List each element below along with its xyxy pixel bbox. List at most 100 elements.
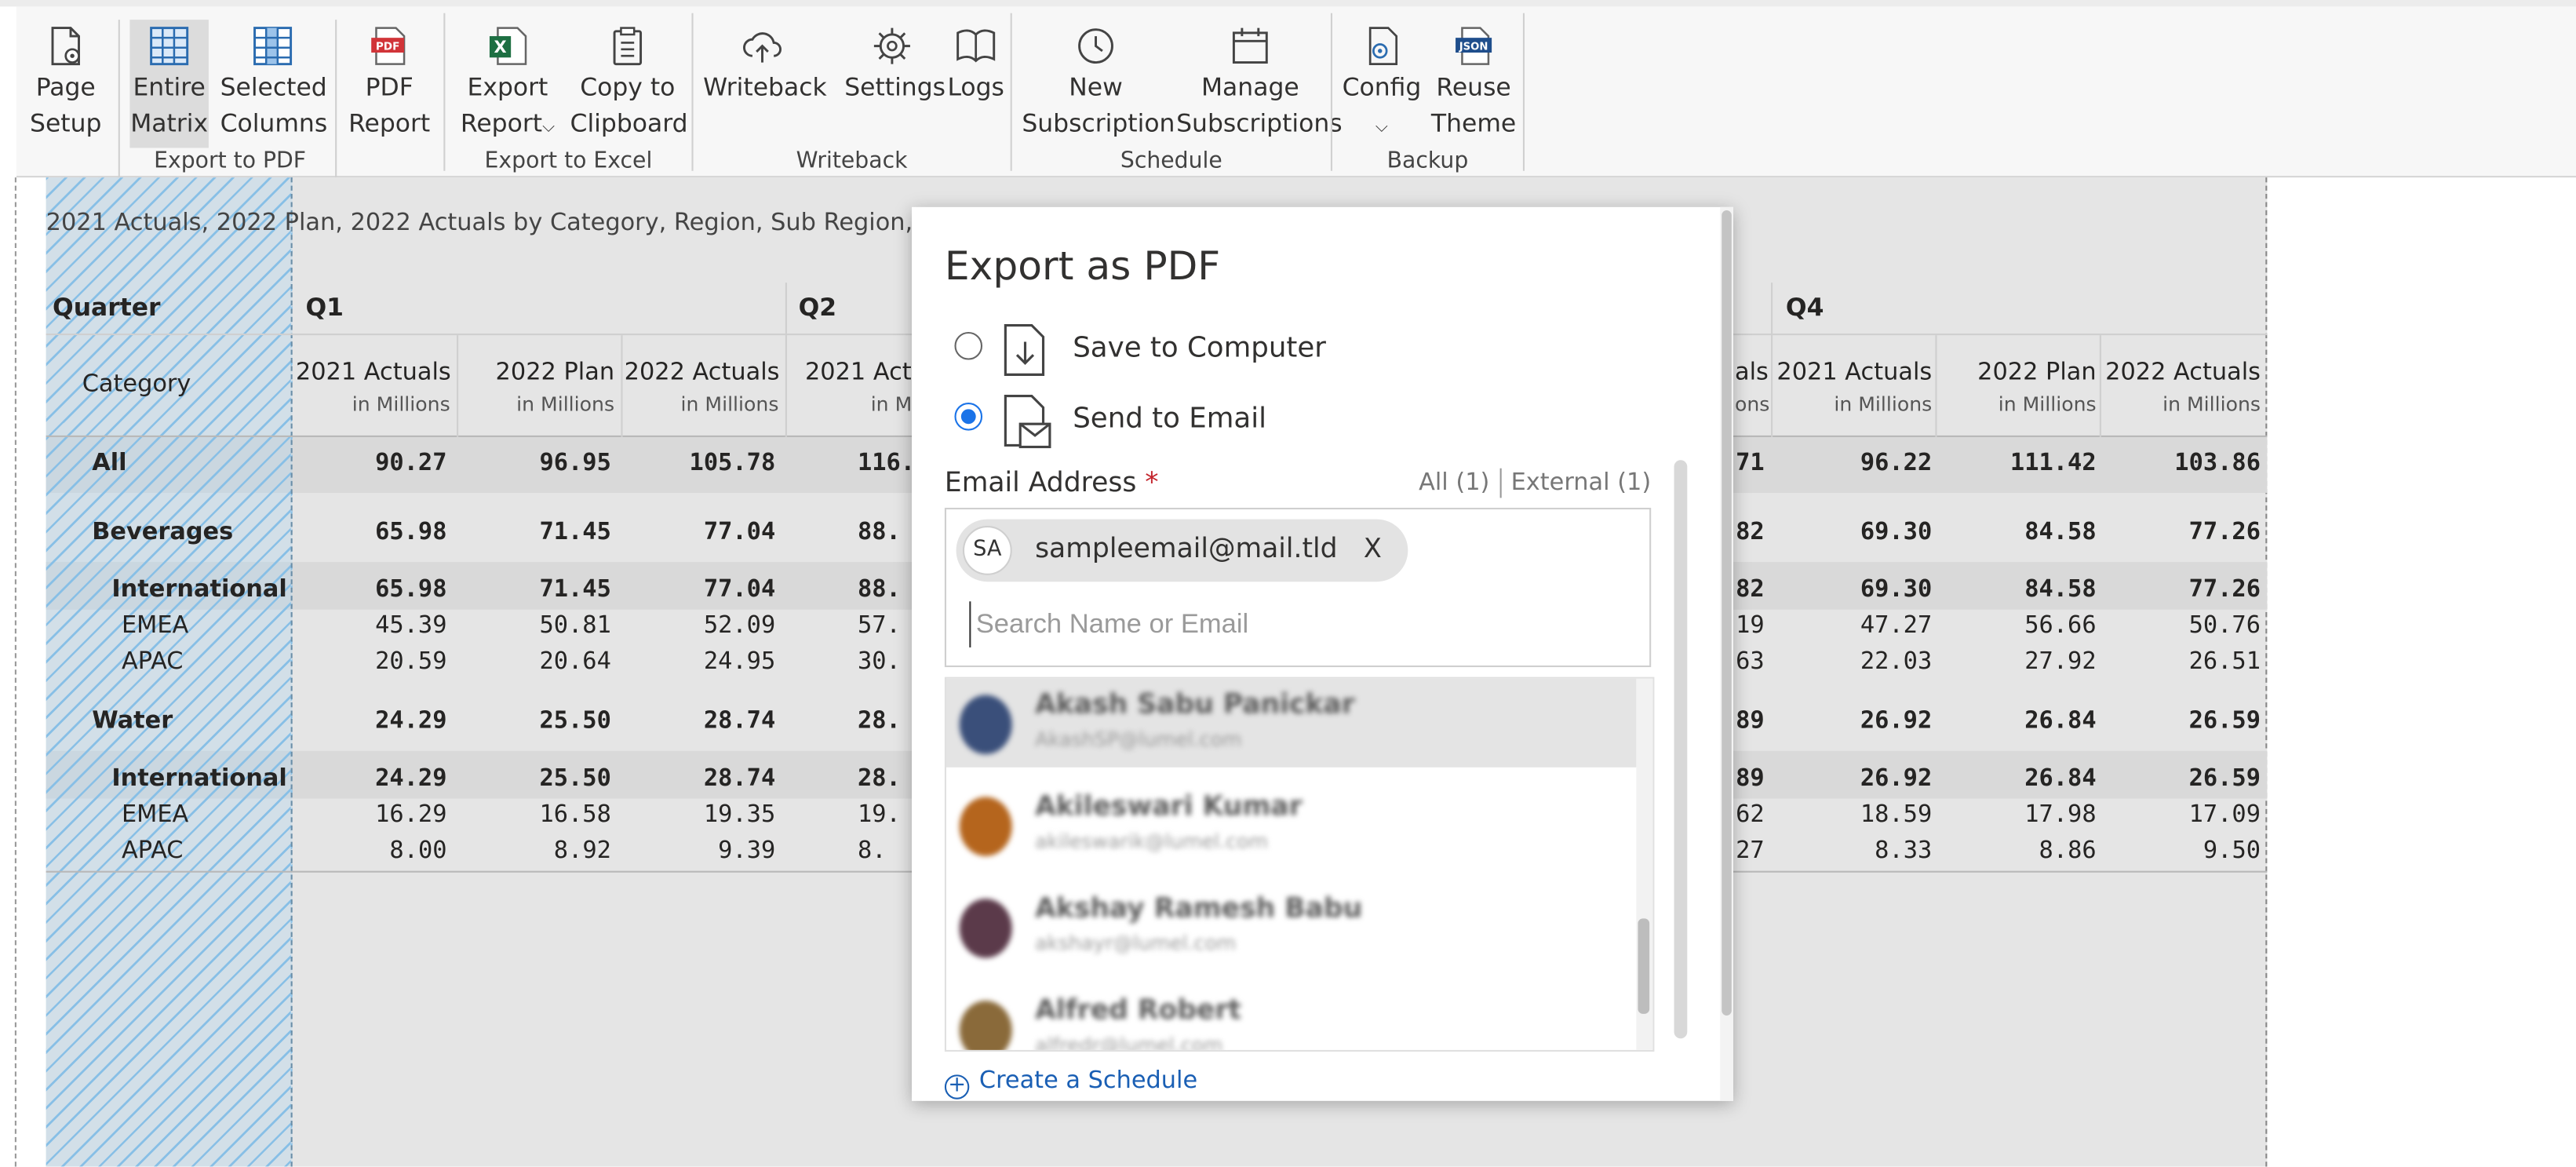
selected-columns-button[interactable]: Selected Columns <box>220 20 327 148</box>
table-cell-partial: 57. <box>857 612 901 640</box>
table-cell: 25.50 <box>539 708 611 735</box>
avatar: SA <box>962 526 1012 575</box>
dialog-scrollbar[interactable] <box>1720 206 1733 1101</box>
table-cell: 8.00 <box>389 837 447 865</box>
config-file-icon <box>1368 27 1398 66</box>
column-header: 2022 Actuals in Millions <box>625 358 780 421</box>
reuse-theme-button[interactable]: JSON Reuse Theme <box>1431 20 1517 148</box>
column-divider <box>1771 283 1773 437</box>
page-setup-button[interactable]: Page Setup <box>23 20 108 148</box>
entire-matrix-button[interactable]: Entire Matrix <box>129 20 209 148</box>
reuse-theme-label-1: Reuse <box>1436 72 1511 102</box>
column-divider <box>2099 335 2101 437</box>
columns-icon <box>253 27 293 66</box>
gear-icon <box>873 27 910 64</box>
list-item[interactable]: Akshay Ramesh Babu akshayr@lumel.com <box>946 882 1636 971</box>
row-label[interactable]: EMEA <box>122 802 188 829</box>
table-cell: 16.29 <box>375 801 447 829</box>
table-cell: 71.45 <box>539 576 611 604</box>
cloud-upload-icon <box>743 32 782 63</box>
suggestion-email: AkashSP@lumel.com <box>1035 728 1242 751</box>
table-cell: 24.95 <box>703 649 776 676</box>
table-cell: 8.33 <box>1875 837 1933 865</box>
row-label[interactable]: Water <box>92 708 173 735</box>
remove-recipient-button[interactable]: X <box>1364 532 1382 563</box>
quarter-header-q1[interactable]: Q1 <box>305 293 344 323</box>
table-cell-partial: 19 <box>1736 612 1765 640</box>
table-cell-partial: 30. <box>857 649 901 676</box>
pdf-report-button[interactable]: PDF PDF Report <box>345 20 434 148</box>
send-to-email-radio[interactable] <box>954 402 983 431</box>
email-address-text: Email Address <box>944 466 1137 498</box>
copy-clipboard-button[interactable]: Copy to Clipboard <box>570 20 688 148</box>
pdf-icon: PDF <box>371 27 406 65</box>
list-item[interactable]: Alfred Robert alfredr@lumel.com <box>946 984 1636 1050</box>
column-header: 2022 Plan in Millions <box>1939 358 2097 421</box>
group-export-pdf: Page Setup Entire Matrix Selected Column… <box>16 13 443 178</box>
row-label[interactable]: Beverages <box>92 520 233 546</box>
row-label[interactable]: EMEA <box>122 613 188 640</box>
table-icon <box>150 27 189 66</box>
column-divider <box>621 335 623 437</box>
ribbon-toolbar: Page Setup Entire Matrix Selected Column… <box>16 6 2576 178</box>
list-item[interactable]: Akash Sabu Panickar AkashSP@lumel.com <box>946 678 1637 768</box>
table-cell: 69.30 <box>1860 576 1933 604</box>
row-label[interactable]: International <box>111 766 286 793</box>
config-button[interactable]: Config ⌵ <box>1343 20 1421 148</box>
row-label[interactable]: International <box>111 577 286 604</box>
column-header-name: 2022 Actuals <box>2105 359 2261 387</box>
logs-button[interactable]: Logs <box>946 20 1005 148</box>
table-cell: 18.59 <box>1860 801 1933 829</box>
suggestions-scrollbar[interactable] <box>1636 678 1653 1050</box>
new-subscription-button[interactable]: New Subscription <box>1022 20 1175 148</box>
table-cell-partial: 28. <box>857 765 901 793</box>
table-cell: 45.39 <box>375 612 447 640</box>
list-item[interactable]: Akileswari Kumar akileswarik@lumel.com <box>946 781 1636 870</box>
settings-label: Settings <box>844 72 946 102</box>
table-cell: 16.58 <box>539 801 611 829</box>
recipient-chip: SA sampleemail@mail.tld X <box>956 519 1408 582</box>
manage-subscriptions-button[interactable]: Manage Subscriptions <box>1176 20 1343 148</box>
table-cell: 77.26 <box>2188 576 2261 604</box>
report-title: 2021 Actuals, 2022 Plan, 2022 Actuals by… <box>46 210 1013 237</box>
save-to-computer-radio[interactable] <box>954 331 983 360</box>
filter-all[interactable]: All (1) <box>1419 470 1489 497</box>
table-cell-partial: 71 <box>1736 450 1765 477</box>
canvas-edge <box>14 177 16 1167</box>
row-label[interactable]: APAC <box>122 838 184 865</box>
manage-subscriptions-label-1: Manage <box>1201 72 1299 102</box>
column-header-unit: in Millions <box>1998 392 2097 416</box>
excel-badge: X <box>494 38 506 57</box>
export-report-button[interactable]: X Export Report⌵ <box>455 20 560 148</box>
settings-button[interactable]: Settings <box>844 20 946 148</box>
form-scrollbar[interactable] <box>1674 460 1688 1039</box>
column-header: 2022 Plan in Millions <box>460 358 615 421</box>
table-cell-partial: 82 <box>1736 519 1765 546</box>
chevron-down-icon: ⌵ <box>1375 118 1388 137</box>
row-label[interactable]: All <box>92 450 126 477</box>
dialog-scrollbar-thumb[interactable] <box>1722 210 1732 1016</box>
group-schedule: New Subscription Manage Subscriptions Sc… <box>1012 13 1343 177</box>
column-divider <box>1935 335 1937 437</box>
table-cell: 96.22 <box>1860 450 1933 477</box>
table-cell-partial: 8. <box>857 837 887 865</box>
suggestions-scrollbar-thumb[interactable] <box>1638 918 1650 1014</box>
table-cell: 22.03 <box>1860 649 1933 676</box>
table-cell: 17.98 <box>2024 801 2097 829</box>
row-header: Category <box>82 371 191 398</box>
quarter-header-q4[interactable]: Q4 <box>1786 293 1824 323</box>
copy-clipboard-label-1: Copy to <box>580 72 676 102</box>
quarter-header-q2[interactable]: Q2 <box>799 293 837 323</box>
table-cell: 69.30 <box>1860 519 1933 546</box>
table-cell: 65.98 <box>375 519 447 546</box>
create-schedule-link[interactable]: + Create a Schedule <box>944 1068 1197 1100</box>
send-to-email-label[interactable]: Send to Email <box>1073 403 1266 436</box>
table-cell-partial: 88. <box>857 576 901 604</box>
recipient-filters: All (1) External (1) <box>1419 468 1652 498</box>
app-root: Page Setup Entire Matrix Selected Column… <box>0 0 2576 1167</box>
save-to-computer-label[interactable]: Save to Computer <box>1073 332 1326 365</box>
writeback-button[interactable]: Writeback <box>703 20 827 148</box>
filter-external[interactable]: External (1) <box>1511 470 1652 497</box>
row-label[interactable]: APAC <box>122 649 184 676</box>
search-input[interactable] <box>969 601 1627 647</box>
